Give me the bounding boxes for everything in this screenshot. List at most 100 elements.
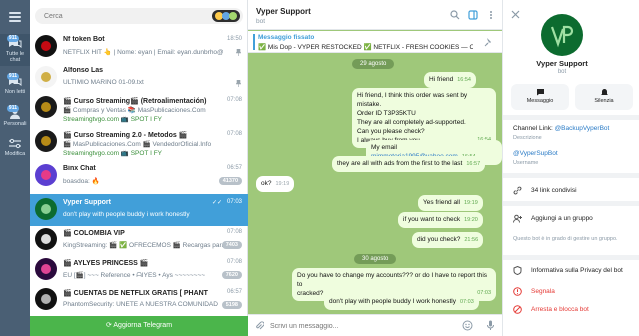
message-outgoing[interactable]: did you check? 21:56 (412, 232, 484, 248)
message-outgoing[interactable]: Yes friend all 19:19 (418, 195, 483, 211)
pinned-accent (253, 34, 255, 50)
message-text: ok? (261, 180, 272, 187)
alert-icon (513, 287, 522, 296)
description-label: Descrizione (513, 135, 542, 141)
chat-list-panel: Nf token Bot NETFLIX HIT 👆 | Nome: eyan |… (30, 0, 248, 336)
message-outgoing[interactable]: Hi friend 16:54 (424, 72, 476, 88)
chat-avatar (35, 35, 57, 57)
chat-avatar (35, 288, 57, 310)
block-icon (513, 305, 522, 314)
chat-bubble-icon (536, 88, 545, 96)
message-text: don't play with people buddy I work hone… (329, 298, 456, 305)
channel-prefix: Channel Link: (513, 125, 555, 132)
mute-button-label: Silenzia (594, 98, 614, 104)
chat-preview: PhantomSecurity: UNETE A NUESTRA COMUNID… (63, 301, 218, 308)
chat-avatar (35, 96, 57, 118)
chat-name: Vyper Support (63, 199, 111, 206)
folder-unread[interactable]: 911 Non letti (0, 72, 30, 102)
mute-button[interactable]: Silenzia (575, 84, 633, 110)
chat-list-item[interactable]: 🎬 CUENTAS DE NETFLIX GRATIS [ PHANTOM ] P… (30, 284, 248, 316)
chat-preview: NETFLIX HIT 👆 | Nome: eyan | Email: eyan… (63, 49, 223, 56)
chat-bubbles-icon: 911 (6, 35, 22, 49)
chat-list-item[interactable]: 🎬 COLOMBIA VIP KingStreaming: 🎬 ✅ OFRECEM… (30, 224, 248, 256)
pinned-message-bar[interactable]: Messaggio fissato ✅ Mis Dop - VYPER REST… (248, 31, 502, 53)
chat-list-item[interactable]: 🎬 Curso Streaming🎬 (Retroalimentación) 🎬… (30, 92, 248, 124)
attach-icon[interactable] (255, 321, 265, 333)
close-icon[interactable] (511, 10, 520, 19)
report-label: Segnala (531, 288, 555, 295)
message-time: 07:03 (460, 299, 474, 305)
message-time: 21:56 (464, 237, 479, 243)
message-line: Hi friend, I think this order was sent b… (357, 92, 468, 108)
chat-time: 07:08 (226, 131, 242, 137)
chat-list-item[interactable]: Alfonso Las ULTIMIO MARINO 01-09.txt (30, 62, 248, 94)
bot-avatar[interactable] (541, 14, 583, 56)
username-link[interactable]: @VyperSupBot (513, 150, 558, 157)
message-button[interactable]: Messaggio (511, 84, 569, 110)
microphone-icon[interactable] (486, 320, 495, 333)
chat-name: 🎬 COLOMBIA VIP (63, 230, 125, 237)
add-to-group-label: Aggiungi a un gruppo (531, 215, 593, 222)
chat-list-item[interactable]: Nf token Bot NETFLIX HIT 👆 | Nome: eyan |… (30, 31, 248, 63)
message-outgoing[interactable]: if you want to check 19:20 (398, 212, 483, 228)
chat-list-item[interactable]: Binx Chat boasdoa: 🔥 06:57 41370 (30, 160, 248, 192)
chat-name: 🎬 Curso Streaming 2.0 - Metodos 🎬 (63, 132, 188, 139)
chat-time: 07:08 (226, 97, 242, 103)
add-user-icon (513, 214, 522, 223)
sidebar-toggle-icon[interactable] (468, 10, 478, 20)
more-options-icon[interactable] (486, 10, 496, 20)
chat-name: 🎬 CUENTAS DE NETFLIX GRATIS [ PHANTOM ] (63, 290, 208, 297)
chat-bubbles-icon: 911 (6, 73, 22, 87)
section-divider (503, 115, 639, 120)
chat-title[interactable]: Vyper Support (256, 7, 311, 16)
folder-label: Personali (3, 121, 27, 127)
message-text: they are all with ads from the first to … (337, 160, 463, 167)
message-text: My email (371, 144, 398, 151)
chat-list-item[interactable]: 🎬 AYLYES PRINCESS 🎬 EU [🎬] ~~~ Reference … (30, 254, 248, 286)
message-outgoing[interactable]: Hi friend, I think this order was sent b… (352, 88, 496, 148)
search-icon[interactable] (450, 10, 460, 20)
message-line: They are all completely ad-supported. (357, 119, 466, 126)
chat-time: 06:57 (226, 165, 242, 171)
unread-count-badge: 7620 (221, 271, 242, 279)
chat-name: Nf token Bot (63, 36, 105, 43)
pin-list-icon[interactable] (484, 37, 494, 49)
chat-preview: EU [🎬] ~~~ Reference • ᗩIYES • Ays ~~~~~… (63, 272, 206, 279)
chat-name: Alfonso Las (63, 67, 104, 74)
chat-preview: ULTIMIO MARINO 01-09.txt (63, 79, 144, 86)
chat-time: 06:57 (226, 289, 242, 295)
chat-preview: 🎬 Compras y Ventas 📚 MasPublicaciones.Co… (63, 107, 206, 114)
message-line: cracked? (297, 290, 324, 297)
unread-badge: 911 (6, 35, 19, 42)
message-outgoing[interactable]: they are all with ads from the first to … (332, 156, 486, 172)
chat-name: Binx Chat (63, 165, 96, 172)
chat-list-item[interactable]: Vyper Support don't play with people budd… (30, 194, 248, 226)
message-input[interactable] (270, 319, 440, 333)
search-input[interactable] (35, 8, 195, 24)
section-divider (503, 255, 639, 260)
chat-list-item[interactable]: 🎬 Curso Streaming 2.0 - Metodos 🎬 🎬 MasPu… (30, 126, 248, 158)
conversation-panel: Vyper Support bot Messaggio fissato ✅ Mi… (248, 0, 502, 336)
folder-personal[interactable]: 911 Personali (0, 104, 30, 134)
folder-all-chats[interactable]: 911 Tutte le chat (0, 34, 30, 66)
channel-link[interactable]: @BackupVyperBot (555, 125, 610, 132)
message-outgoing[interactable]: don't play with people buddy I work hone… (324, 294, 479, 310)
stories-icon[interactable] (212, 10, 240, 22)
menu-icon[interactable] (9, 12, 21, 24)
section-divider (503, 173, 639, 178)
shield-icon (513, 265, 522, 276)
chat-avatar (35, 258, 57, 280)
unread-count-badge: 7403 (221, 241, 242, 249)
emoji-icon[interactable] (462, 320, 473, 333)
link-icon (513, 186, 522, 195)
update-label: Aggiorna Telegram (113, 322, 173, 329)
unread-badge: 911 (6, 105, 19, 112)
sliders-icon (8, 138, 22, 149)
folder-edit[interactable]: Modifica (0, 134, 30, 164)
update-telegram-button[interactable]: ⟳ Aggiorna Telegram (30, 316, 248, 336)
message-incoming[interactable]: ok? 19:19 (256, 176, 295, 192)
message-text: Yes friend all (423, 199, 460, 206)
date-separator: 29 agosto (352, 59, 395, 69)
chat-time: 18:50 (226, 36, 242, 42)
chat-header: Vyper Support bot (248, 0, 502, 30)
